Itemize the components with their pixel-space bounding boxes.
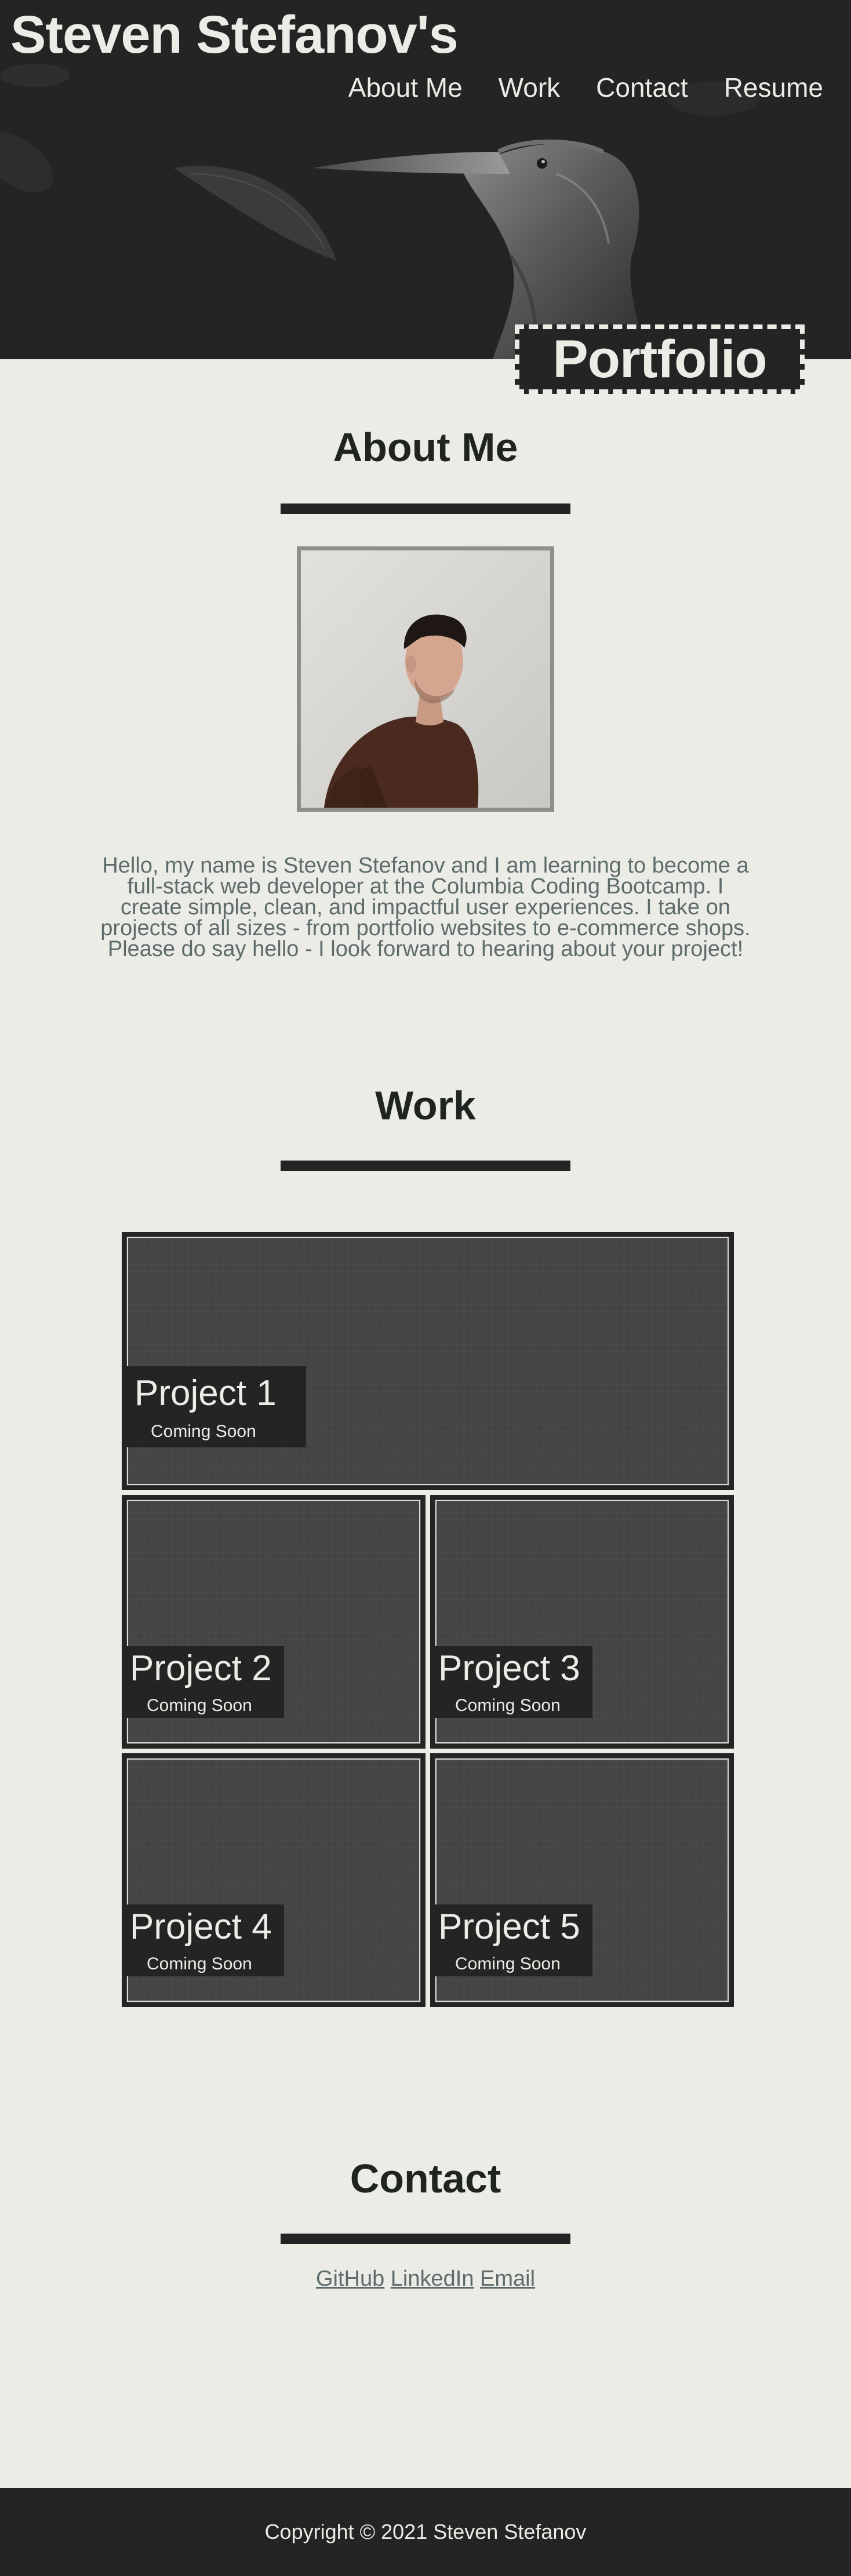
- project-title: Project 4: [130, 1907, 272, 1947]
- nav-link-about-me[interactable]: About Me: [348, 72, 463, 103]
- portfolio-badge: Portfolio: [515, 324, 805, 394]
- project-subtitle: Coming Soon: [455, 1954, 561, 1973]
- profile-photo: [297, 546, 554, 812]
- contact-links: GitHub LinkedIn Email: [0, 2267, 851, 2292]
- project-subtitle: Coming Soon: [151, 1422, 256, 1441]
- project-subtitle: Coming Soon: [455, 1696, 561, 1715]
- project-label-5: Project 5 Coming Soon: [435, 1904, 592, 1976]
- contact-divider: [281, 2234, 570, 2244]
- project-card-5[interactable]: Project 5 Coming Soon: [430, 1753, 734, 2007]
- linkedin-link[interactable]: LinkedIn: [391, 2267, 474, 2291]
- project-label-1: Project 1 Coming Soon: [126, 1366, 306, 1447]
- project-title: Project 5: [438, 1907, 580, 1947]
- project-label-3: Project 3 Coming Soon: [435, 1646, 592, 1718]
- site-title: Steven Stefanov's: [10, 5, 459, 64]
- contact-heading: Contact: [350, 2156, 501, 2201]
- copyright-text: Copyright © 2021 Steven Stefanov: [264, 2520, 587, 2544]
- main-nav: About Me Work Contact Resume: [348, 68, 851, 107]
- project-card-4[interactable]: Project 4 Coming Soon: [122, 1753, 426, 2007]
- project-card-3[interactable]: Project 3 Coming Soon: [430, 1495, 734, 1749]
- nav-link-contact[interactable]: Contact: [596, 72, 688, 103]
- project-subtitle: Coming Soon: [147, 1954, 252, 1973]
- about-divider: [281, 503, 570, 514]
- work-heading: Work: [375, 1083, 476, 1128]
- about-heading: About Me: [333, 425, 518, 470]
- nav-link-work[interactable]: Work: [499, 72, 561, 103]
- project-title: Project 1: [134, 1373, 277, 1413]
- project-title: Project 2: [130, 1648, 272, 1688]
- project-card-2[interactable]: Project 2 Coming Soon: [122, 1495, 426, 1749]
- footer: Copyright © 2021 Steven Stefanov: [0, 2488, 851, 2576]
- project-label-4: Project 4 Coming Soon: [126, 1904, 284, 1976]
- project-subtitle: Coming Soon: [147, 1696, 252, 1715]
- hero-header: Steven Stefanov's About Me Work Contact …: [0, 0, 851, 394]
- github-link[interactable]: GitHub: [316, 2267, 384, 2291]
- email-link[interactable]: Email: [480, 2267, 535, 2291]
- project-card-1[interactable]: Project 1 Coming Soon: [122, 1232, 734, 1490]
- nav-link-resume[interactable]: Resume: [724, 72, 823, 103]
- about-text: Hello, my name is Steven Stefanov and I …: [100, 853, 751, 961]
- project-label-2: Project 2 Coming Soon: [126, 1646, 284, 1718]
- project-title: Project 3: [438, 1648, 580, 1688]
- work-divider: [281, 1161, 570, 1171]
